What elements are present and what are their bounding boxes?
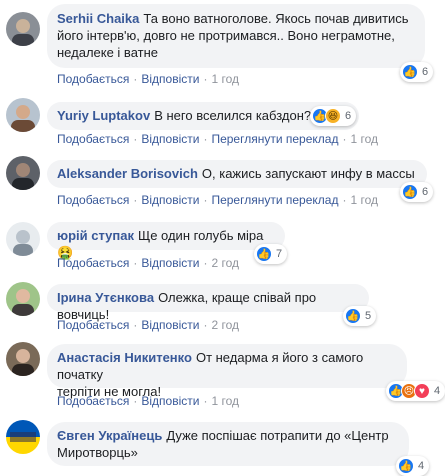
like-button[interactable]: Подобається — [57, 318, 129, 332]
like-button[interactable]: Подобається — [57, 394, 129, 408]
comment-text: О, кажись запускают инфу в массы — [201, 166, 415, 181]
reaction-summary[interactable]: 👍 😆 6 — [310, 106, 357, 126]
comment-bubble: Євген Українець Дуже поспішає потрапити д… — [47, 422, 409, 466]
comment-text: Та воно ватноголове. Якось почав дивитис… — [143, 11, 409, 26]
comment-author[interactable]: Yuriy Luptakov — [57, 108, 150, 123]
timestamp[interactable]: 1 год — [211, 394, 239, 408]
comment-actions: Подобається · Відповісти · Переглянути перек… — [57, 132, 379, 146]
reply-button[interactable]: Відповісти — [141, 72, 199, 86]
reaction-summary[interactable]: 👍 6 — [400, 62, 434, 82]
haha-reaction-icon: 😆 — [325, 108, 341, 124]
reply-button[interactable]: Відповісти — [141, 193, 199, 207]
comment-bubble: Ірина Утєнкова Олежка, краще співай про в… — [47, 284, 369, 322]
reply-button[interactable]: Відповісти — [141, 132, 199, 146]
comment-author[interactable]: Serhii Chaika — [57, 11, 139, 26]
reply-button[interactable]: Відповісти — [141, 318, 199, 332]
reply-button[interactable]: Відповісти — [141, 256, 199, 270]
reaction-count: 6 — [422, 66, 429, 78]
reaction-count: 7 — [276, 248, 283, 260]
reaction-summary[interactable]: 👍 6 — [400, 182, 434, 202]
like-reaction-icon: 👍 — [402, 64, 418, 80]
like-button[interactable]: Подобається — [57, 72, 129, 86]
comment-author[interactable]: Ірина Утєнкова — [57, 290, 154, 305]
avatar[interactable] — [6, 156, 40, 190]
reaction-count: 6 — [422, 186, 429, 198]
comment-text: недалеке і ватне — [57, 45, 158, 60]
comment-actions: Подобається · Відповісти · 2 год — [57, 256, 239, 270]
comment-text: його інтерв'ю, довго не протримався.. Во… — [57, 28, 395, 43]
reaction-count: 6 — [345, 110, 352, 122]
reaction-summary[interactable]: 👍 😠 ♥ 4 — [386, 381, 445, 401]
avatar[interactable] — [6, 222, 40, 256]
timestamp[interactable]: 2 год — [211, 318, 239, 332]
comment-author[interactable]: юрій ступак — [57, 228, 134, 243]
reaction-count: 5 — [365, 310, 372, 322]
timestamp[interactable]: 2 год — [211, 256, 239, 270]
comment-actions: Подобається · Відповісти · 2 год — [57, 318, 239, 332]
reaction-summary[interactable]: 👍 4 — [396, 456, 430, 476]
avatar[interactable] — [6, 98, 40, 132]
reply-button[interactable]: Відповісти — [141, 394, 199, 408]
reaction-summary[interactable]: 👍 5 — [343, 306, 377, 326]
comment-author[interactable]: Aleksander Borisovich — [57, 166, 198, 181]
like-button[interactable]: Подобається — [57, 193, 129, 207]
comment-text: Дуже поспішає потрапити до «Центр — [166, 428, 389, 443]
comment-text: Миротворць» — [57, 445, 138, 460]
comment-bubble: Serhii Chaika Та воно ватноголове. Якось … — [47, 4, 425, 68]
translate-link[interactable]: Переглянути переклад — [211, 193, 338, 207]
comment-actions: Подобається · Відповісти · 1 год — [57, 72, 239, 86]
comment-actions: Подобається · Відповісти · Переглянути перек… — [57, 193, 379, 207]
love-reaction-icon: ♥ — [414, 383, 430, 399]
comment-bubble: Анастасія Никитенко От недарма я його з с… — [47, 344, 407, 399]
timestamp[interactable]: 1 год — [350, 193, 378, 207]
like-reaction-icon: 👍 — [256, 246, 272, 262]
avatar[interactable] — [6, 342, 40, 376]
comment-bubble: юрій ступак Ще один голубь міра🤮 — [47, 222, 285, 260]
like-button[interactable]: Подобається — [57, 256, 129, 270]
avatar[interactable] — [6, 12, 40, 46]
translate-link[interactable]: Переглянути переклад — [211, 132, 338, 146]
comment-bubble: Aleksander Borisovich О, кажись запускают… — [47, 160, 427, 188]
like-button[interactable]: Подобається — [57, 132, 129, 146]
reaction-count: 4 — [418, 460, 425, 472]
timestamp[interactable]: 1 год — [211, 72, 239, 86]
comment-author[interactable]: Анастасія Никитенко — [57, 350, 192, 365]
avatar[interactable] — [6, 282, 40, 316]
reaction-count: 4 — [434, 385, 441, 397]
avatar[interactable] — [6, 420, 40, 454]
like-reaction-icon: 👍 — [345, 308, 361, 324]
reaction-summary[interactable]: 👍 7 — [254, 244, 288, 264]
like-reaction-icon: 👍 — [402, 184, 418, 200]
comment-text: В него вселился кабздон? — [154, 108, 312, 123]
comment-author[interactable]: Євген Українець — [57, 428, 162, 443]
timestamp[interactable]: 1 год — [350, 132, 378, 146]
like-reaction-icon: 👍 — [398, 458, 414, 474]
comment-actions: Подобається · Відповісти · 1 год — [57, 394, 239, 408]
